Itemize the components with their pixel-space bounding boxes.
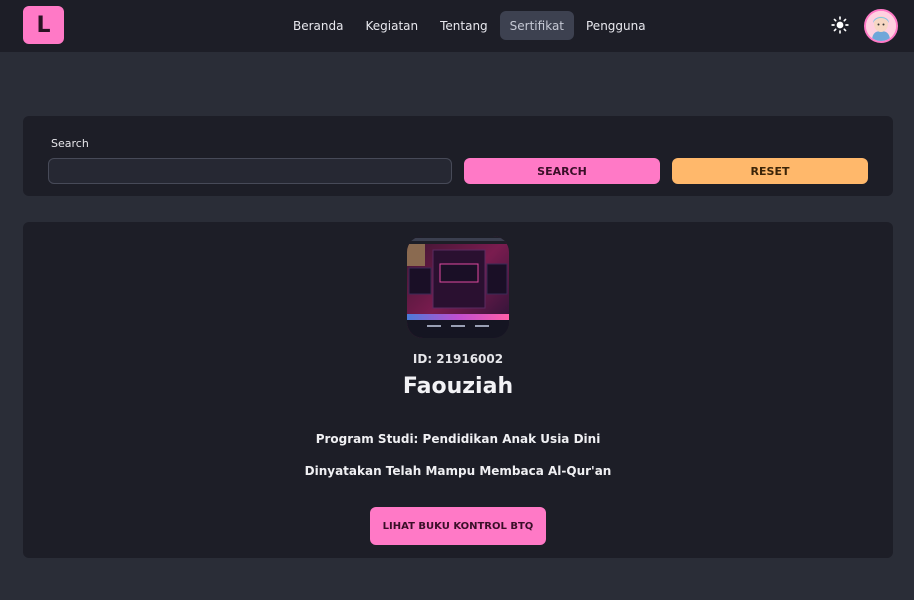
avatar-image <box>866 11 896 41</box>
certificate-photo <box>407 236 509 338</box>
certificate-program: Program Studi: Pendidikan Anak Usia Dini <box>315 432 601 446</box>
certificate-status: Dinyatakan Telah Mampu Membaca Al-Qur'an <box>304 464 612 478</box>
theme-toggle-button[interactable] <box>829 14 851 36</box>
sun-icon <box>831 16 849 34</box>
search-input[interactable] <box>48 158 452 184</box>
user-avatar[interactable] <box>864 9 898 43</box>
reset-button[interactable]: RESET <box>672 158 868 184</box>
app-logo[interactable]: L <box>23 6 64 44</box>
search-button[interactable]: SEARCH <box>464 158 660 184</box>
certificate-photo-image <box>407 236 509 338</box>
certificate-card: ID: 21916002 Faouziah Program Studi: Pen… <box>23 222 893 558</box>
certificate-id: ID: 21916002 <box>412 352 504 366</box>
nav-item-kegiatan[interactable]: Kegiatan <box>355 11 428 40</box>
certificate-name: Faouziah <box>402 374 514 399</box>
search-panel: Search SEARCH RESET <box>23 116 893 196</box>
nav-item-beranda[interactable]: Beranda <box>283 11 353 40</box>
nav-item-sertifikat[interactable]: Sertifikat <box>499 11 574 40</box>
nav-item-pengguna[interactable]: Pengguna <box>576 11 656 40</box>
view-control-book-button[interactable]: LIHAT BUKU KONTROL BTQ <box>370 507 546 545</box>
top-navbar: L Beranda Kegiatan Tentang Sertifikat Pe… <box>0 0 914 52</box>
nav-menu: Beranda Kegiatan Tentang Sertifikat Peng… <box>283 11 656 40</box>
search-label: Search <box>51 137 89 150</box>
nav-item-tentang[interactable]: Tentang <box>430 11 498 40</box>
